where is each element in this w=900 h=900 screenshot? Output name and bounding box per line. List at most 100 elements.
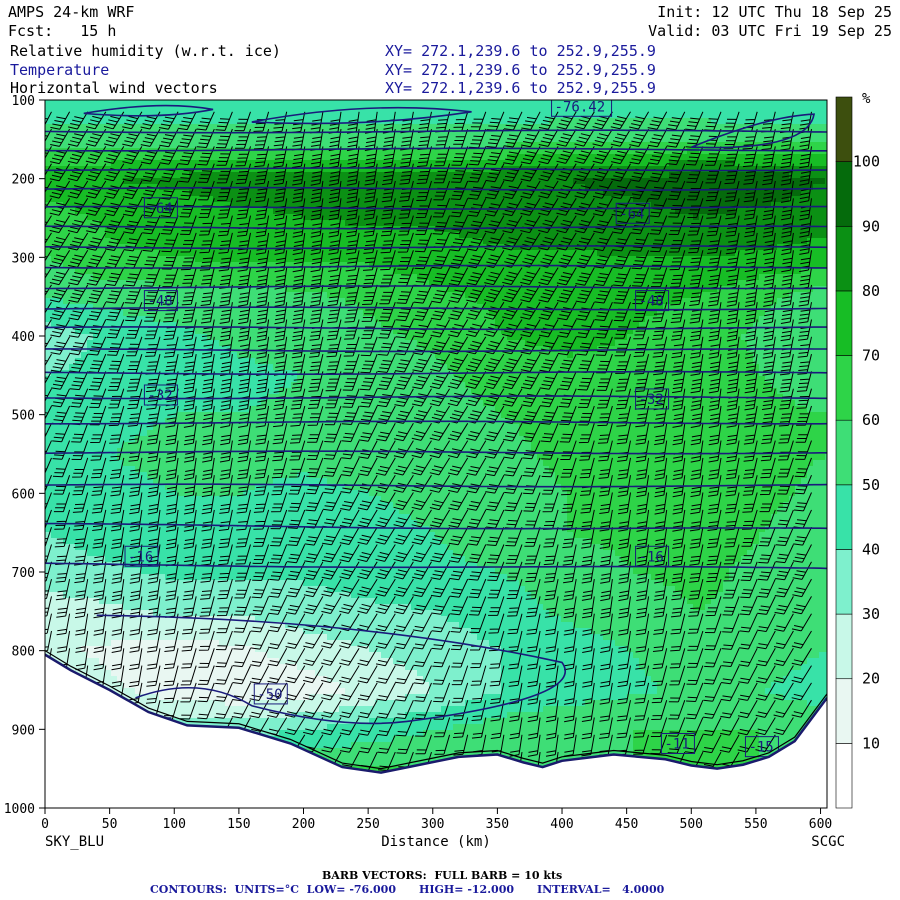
rh-cell (255, 172, 262, 179)
rh-cell (759, 238, 766, 245)
rh-cell (591, 160, 598, 167)
rh-cell (249, 154, 256, 161)
rh-cell (225, 196, 232, 203)
rh-cell (585, 214, 592, 221)
rh-cell (813, 100, 820, 107)
rh-cell (195, 118, 202, 125)
rh-cell (723, 112, 730, 119)
rh-cell (531, 112, 538, 119)
rh-cell (573, 256, 580, 263)
rh-cell (687, 196, 694, 203)
rh-cell (339, 262, 346, 269)
rh-cell (819, 160, 826, 167)
rh-cell (447, 100, 454, 107)
rh-cell (357, 196, 364, 203)
rh-cell (285, 172, 292, 179)
rh-cell (243, 106, 250, 113)
rh-cell (141, 274, 148, 281)
rh-cell (747, 106, 754, 113)
rh-cell (429, 142, 436, 149)
rh-cell (759, 274, 766, 281)
rh-cell (333, 112, 340, 119)
rh-cell (117, 196, 124, 203)
rh-cell (489, 100, 496, 107)
rh-cell (357, 292, 364, 299)
rh-cell (555, 160, 562, 167)
rh-cell (741, 100, 748, 107)
rh-cell (513, 214, 520, 221)
rh-cell (369, 202, 376, 209)
rh-cell (627, 166, 634, 173)
rh-cell (723, 172, 730, 179)
rh-cell (345, 310, 352, 317)
rh-cell (639, 232, 646, 239)
rh-cell (513, 298, 520, 305)
rh-cell (615, 196, 622, 203)
rh-cell (417, 160, 424, 167)
rh-cell (303, 124, 310, 131)
rh-cell (705, 106, 712, 113)
rh-cell (555, 154, 562, 161)
rh-cell (303, 100, 310, 107)
rh-cell (531, 106, 538, 113)
rh-cell (555, 316, 562, 323)
rh-cell (729, 100, 736, 107)
rh-cell (315, 130, 322, 137)
rh-cell (303, 136, 310, 143)
rh-cell (231, 256, 238, 263)
rh-cell (423, 250, 430, 257)
rh-cell (393, 124, 400, 131)
rh-cell (147, 286, 154, 293)
rh-cell (423, 232, 430, 239)
rh-cell (231, 226, 238, 233)
rh-cell (321, 142, 328, 149)
rh-cell (795, 250, 802, 257)
rh-cell (687, 250, 694, 257)
rh-cell (723, 292, 730, 299)
rh-cell (381, 292, 388, 299)
rh-cell (447, 286, 454, 293)
rh-cell (45, 100, 52, 107)
rh-cell (141, 130, 148, 137)
rh-cell (471, 112, 478, 119)
rh-cell (513, 232, 520, 239)
rh-cell (411, 292, 418, 299)
rh-cell (321, 316, 328, 323)
rh-cell (381, 220, 388, 227)
rh-cell (231, 274, 238, 281)
rh-cell (285, 208, 292, 215)
rh-cell (825, 280, 827, 287)
rh-cell (93, 100, 100, 107)
rh-cell (81, 124, 88, 131)
rh-cell (411, 106, 418, 113)
cross-section-chart: -64-64-48-48-32-32-16-16-16-50-11-15-76.… (4, 91, 880, 850)
rh-cell (345, 286, 352, 293)
rh-cell (825, 136, 827, 143)
rh-cell (537, 106, 544, 113)
rh-cell (303, 190, 310, 197)
rh-cell (771, 208, 778, 215)
rh-cell (267, 100, 274, 107)
rh-cell (459, 100, 466, 107)
rh-cell (567, 160, 574, 167)
rh-cell (825, 304, 827, 311)
rh-cell (321, 100, 328, 107)
rh-cell (663, 136, 670, 143)
rh-cell (555, 310, 562, 317)
rh-cell (183, 250, 190, 257)
rh-cell (801, 100, 808, 107)
rh-cell (285, 280, 292, 287)
rh-cell (399, 100, 406, 107)
rh-cell (693, 112, 700, 119)
rh-cell (669, 154, 676, 161)
rh-cell (765, 100, 772, 107)
rh-cell (795, 142, 802, 149)
rh-cell (357, 100, 364, 107)
rh-cell (447, 172, 454, 179)
rh-cell (669, 316, 676, 323)
rh-cell (483, 106, 490, 113)
rh-cell (63, 292, 70, 299)
rh-cell (213, 118, 220, 125)
rh-cell (435, 304, 442, 311)
rh-cell (183, 232, 190, 239)
